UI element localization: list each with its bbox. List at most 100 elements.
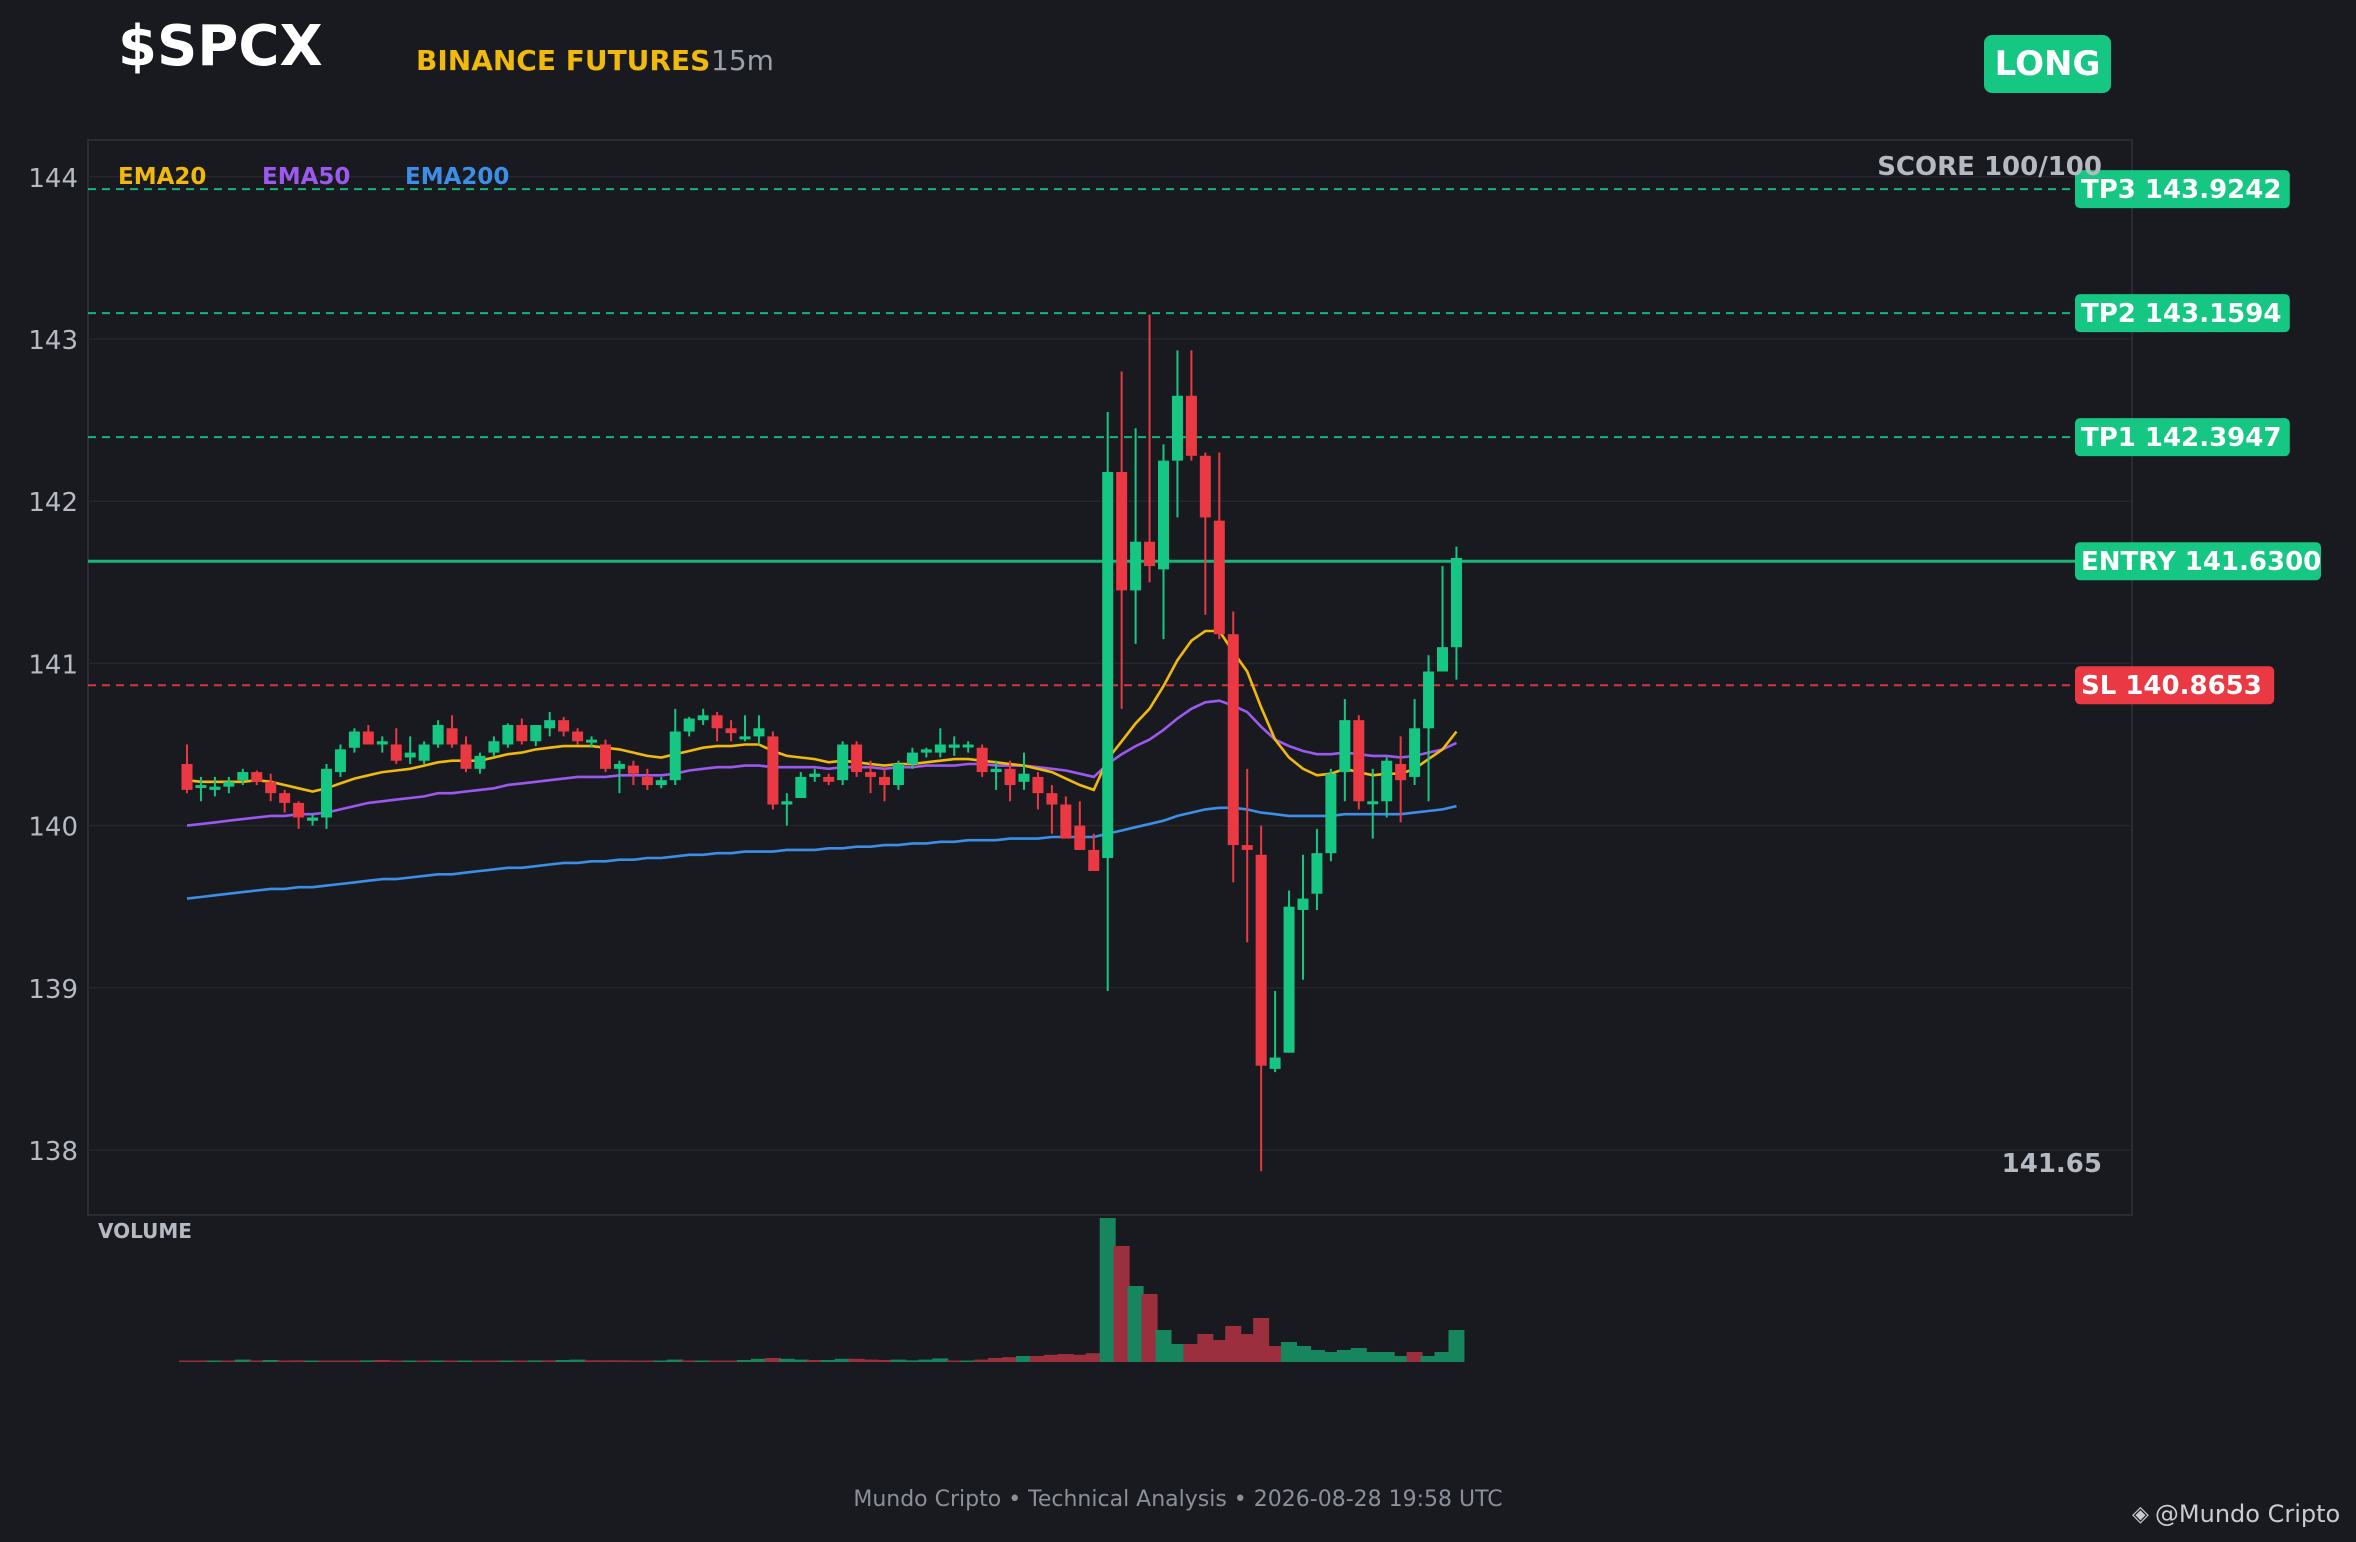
candle: [948, 736, 960, 756]
candle: [892, 760, 904, 790]
volume-bar: [179, 1360, 195, 1362]
volume-bar: [444, 1360, 461, 1362]
candle: [1269, 991, 1281, 1073]
candle-body: [781, 801, 793, 805]
candle-body: [1283, 906, 1295, 1053]
candle-body: [795, 776, 807, 799]
candle: [1255, 825, 1267, 1172]
volume-bar: [1378, 1352, 1395, 1362]
candle-body: [990, 768, 1002, 773]
candle-body: [892, 763, 904, 786]
y-tick-label: 144: [28, 164, 78, 194]
candle-body: [600, 744, 611, 769]
candle-body: [851, 744, 863, 773]
candle: [293, 801, 305, 829]
volume-bar: [1295, 1346, 1311, 1362]
candle: [558, 716, 570, 737]
candle-body: [1004, 768, 1016, 786]
candle-body: [1311, 853, 1323, 894]
candle-body: [1339, 720, 1351, 773]
legend-ema50: EMA50: [262, 164, 350, 190]
volume-bar: [1002, 1357, 1019, 1362]
volume-bar: [1448, 1330, 1465, 1362]
volume-bar: [723, 1360, 740, 1362]
candle-body: [544, 720, 556, 729]
candle: [334, 744, 346, 777]
candle-body: [279, 793, 291, 803]
level-label-sl: SL 140.8653: [2081, 671, 2262, 701]
candle: [1074, 801, 1086, 850]
candle: [1116, 371, 1128, 709]
volume-label: VOLUME: [98, 1219, 192, 1243]
candle: [516, 718, 528, 745]
volume-bar: [1308, 1350, 1325, 1362]
candle: [1450, 546, 1462, 680]
candle: [879, 768, 890, 802]
candle: [1339, 699, 1351, 802]
volume-bar: [946, 1360, 963, 1362]
volume-bar: [262, 1360, 279, 1362]
candle: [837, 741, 849, 786]
candle: [1130, 428, 1142, 644]
candle-body: [934, 744, 946, 753]
candle-body: [1171, 395, 1183, 461]
volume-bar: [569, 1359, 586, 1362]
volume-bar: [388, 1360, 405, 1362]
y-tick-label: 142: [28, 488, 78, 518]
candle: [823, 773, 835, 786]
volume-bar: [834, 1358, 851, 1362]
volume-bar: [1267, 1346, 1284, 1362]
candle: [1409, 699, 1421, 786]
candle: [502, 723, 514, 748]
candle-body: [1130, 541, 1142, 591]
candle-body: [767, 736, 779, 805]
candle-body: [976, 747, 988, 773]
candle-body: [502, 725, 514, 745]
candle: [641, 768, 653, 790]
candle: [223, 776, 235, 794]
volume-bar: [402, 1360, 419, 1362]
candle: [1395, 736, 1407, 823]
candle-body: [809, 773, 821, 777]
volume-bar: [806, 1360, 823, 1362]
volume-bar: [234, 1359, 251, 1362]
candle: [321, 763, 332, 829]
candle-body: [1185, 395, 1197, 456]
candle: [1032, 772, 1044, 810]
volume-bar: [1113, 1246, 1130, 1362]
candle-body: [265, 781, 277, 794]
candle-body: [1032, 776, 1044, 794]
candle: [795, 772, 807, 799]
volume-bar: [876, 1360, 893, 1362]
candle-body: [530, 725, 542, 742]
candle-body: [920, 749, 932, 753]
candle-body: [251, 772, 263, 782]
volume-bar: [1350, 1348, 1367, 1362]
volume-bar: [1169, 1344, 1186, 1362]
candle-body: [948, 744, 960, 748]
candle: [279, 789, 291, 813]
candle-body: [1423, 671, 1435, 729]
candle-body: [1241, 845, 1253, 850]
candle: [251, 770, 263, 786]
volume-bar: [499, 1360, 516, 1362]
volume-bar: [220, 1360, 237, 1362]
candle-body: [181, 763, 193, 790]
volume-bar: [304, 1360, 321, 1362]
volume-bar: [458, 1360, 474, 1362]
volume-bar: [918, 1359, 935, 1362]
footer-caption: Mundo Cripto • Technical Analysis • 2026…: [853, 1487, 1503, 1512]
candle-body: [1144, 541, 1156, 567]
volume-bar: [1155, 1330, 1172, 1362]
candle: [1185, 350, 1197, 461]
y-tick-label: 141: [28, 650, 78, 680]
candle-body: [669, 731, 681, 781]
candle: [348, 728, 360, 753]
volume-bar: [513, 1360, 530, 1362]
volume-bar: [1420, 1356, 1437, 1362]
volume-bar: [1141, 1294, 1158, 1362]
volume-bar: [1099, 1218, 1116, 1362]
volume-bar: [1434, 1352, 1451, 1362]
candle-body: [376, 741, 388, 745]
candle: [572, 728, 584, 745]
